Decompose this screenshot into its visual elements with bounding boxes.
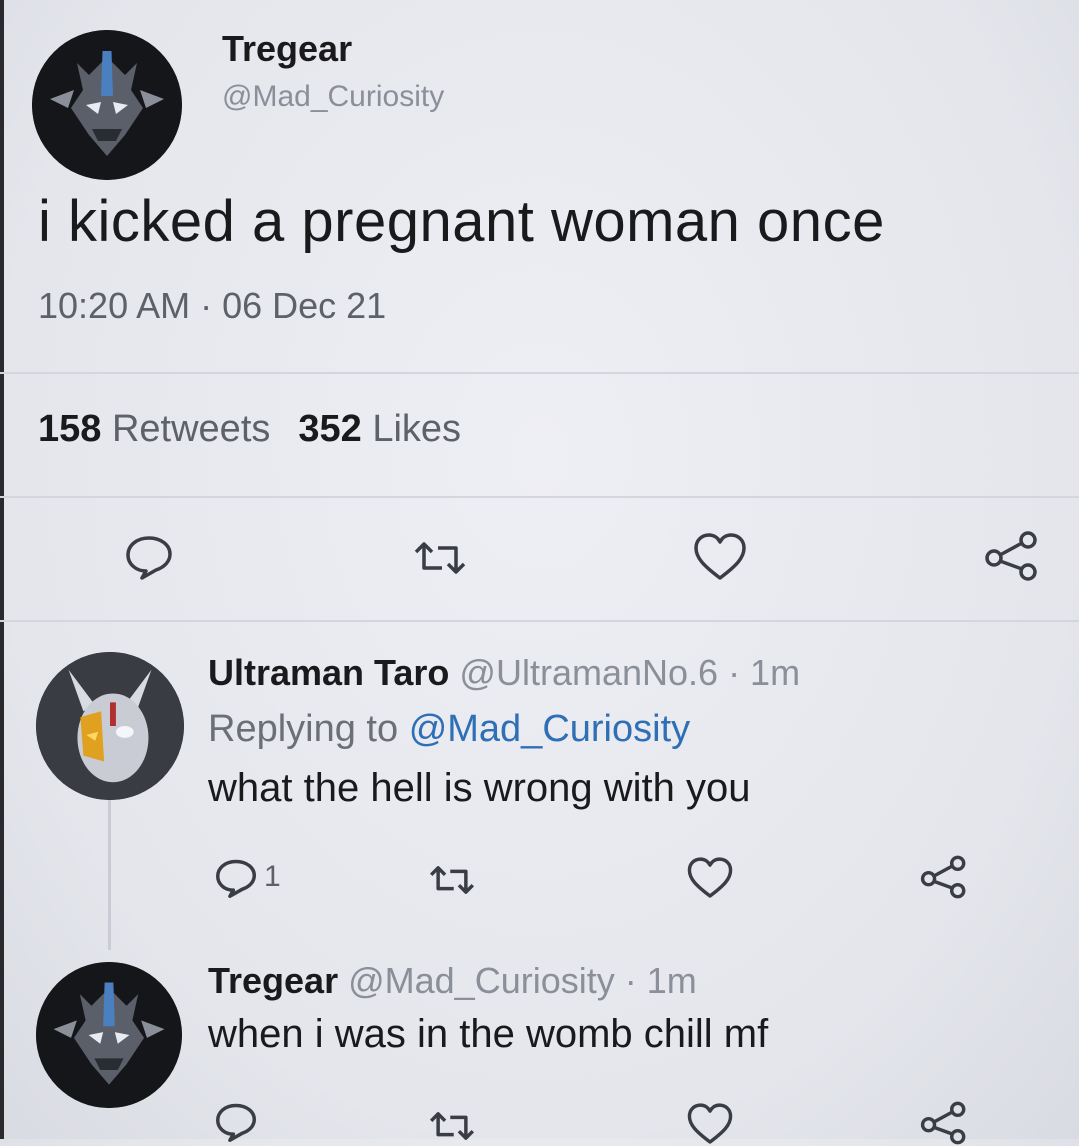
likes-count[interactable]: 352 — [298, 408, 361, 450]
avatar[interactable] — [36, 652, 184, 800]
divider — [0, 620, 1079, 622]
reply-author-name[interactable]: Ultraman Taro — [208, 652, 449, 693]
tweet-timestamp[interactable]: 10:20 AM · 06 Dec 21 — [38, 285, 386, 327]
tregear-avatar-image — [36, 962, 182, 1108]
avatar[interactable] — [32, 30, 182, 180]
reply-header: Ultraman Taro @UltramanNo.6 · 1m — [208, 652, 800, 694]
reply-icon[interactable] — [124, 534, 174, 580]
reply-count: 1 — [264, 860, 281, 893]
likes-label[interactable]: Likes — [372, 408, 461, 450]
retweets-count[interactable]: 158 — [38, 408, 101, 450]
like-icon[interactable] — [686, 1102, 734, 1146]
divider — [0, 496, 1079, 498]
like-icon[interactable] — [686, 856, 734, 900]
reply-header: Tregear @Mad_Curiosity · 1m — [208, 960, 697, 1002]
share-icon[interactable] — [920, 1100, 968, 1146]
retweet-icon[interactable] — [426, 1110, 478, 1142]
retweets-label[interactable]: Retweets — [112, 408, 270, 450]
tregear-avatar-image — [32, 30, 182, 180]
reply-author-name[interactable]: Tregear — [208, 960, 338, 1001]
retweet-icon[interactable] — [410, 540, 470, 576]
reply-time[interactable]: · 1m — [625, 960, 697, 1001]
reply-time[interactable]: · 1m — [728, 652, 800, 693]
author-name[interactable]: Tregear — [222, 28, 352, 70]
replying-to-mention[interactable]: @Mad_Curiosity — [409, 708, 690, 750]
reply-text: when i was in the womb chill mf — [208, 1012, 769, 1056]
reply-icon[interactable] — [214, 858, 258, 898]
reply-icon[interactable] — [214, 1102, 258, 1142]
thread-line — [108, 800, 111, 950]
author-handle[interactable]: @Mad_Curiosity — [222, 80, 444, 114]
replying-to-line: Replying to @Mad_Curiosity — [208, 708, 690, 751]
ultraman-avatar-image — [36, 652, 184, 800]
like-icon[interactable] — [692, 532, 748, 582]
share-icon[interactable] — [920, 854, 968, 900]
tweet-text: i kicked a pregnant woman once — [38, 189, 885, 254]
reply-author-handle[interactable]: @Mad_Curiosity — [348, 960, 615, 1001]
avatar[interactable] — [36, 962, 182, 1108]
share-icon[interactable] — [984, 530, 1040, 582]
tweet-stats: 158 Retweets 352 Likes — [38, 408, 461, 451]
replying-to-prefix: Replying to — [208, 708, 399, 750]
retweet-icon[interactable] — [426, 864, 478, 896]
divider — [0, 372, 1079, 374]
left-edge-rule — [0, 0, 4, 1139]
reply-author-handle[interactable]: @UltramanNo.6 — [459, 652, 718, 693]
reply-text: what the hell is wrong with you — [208, 766, 751, 810]
